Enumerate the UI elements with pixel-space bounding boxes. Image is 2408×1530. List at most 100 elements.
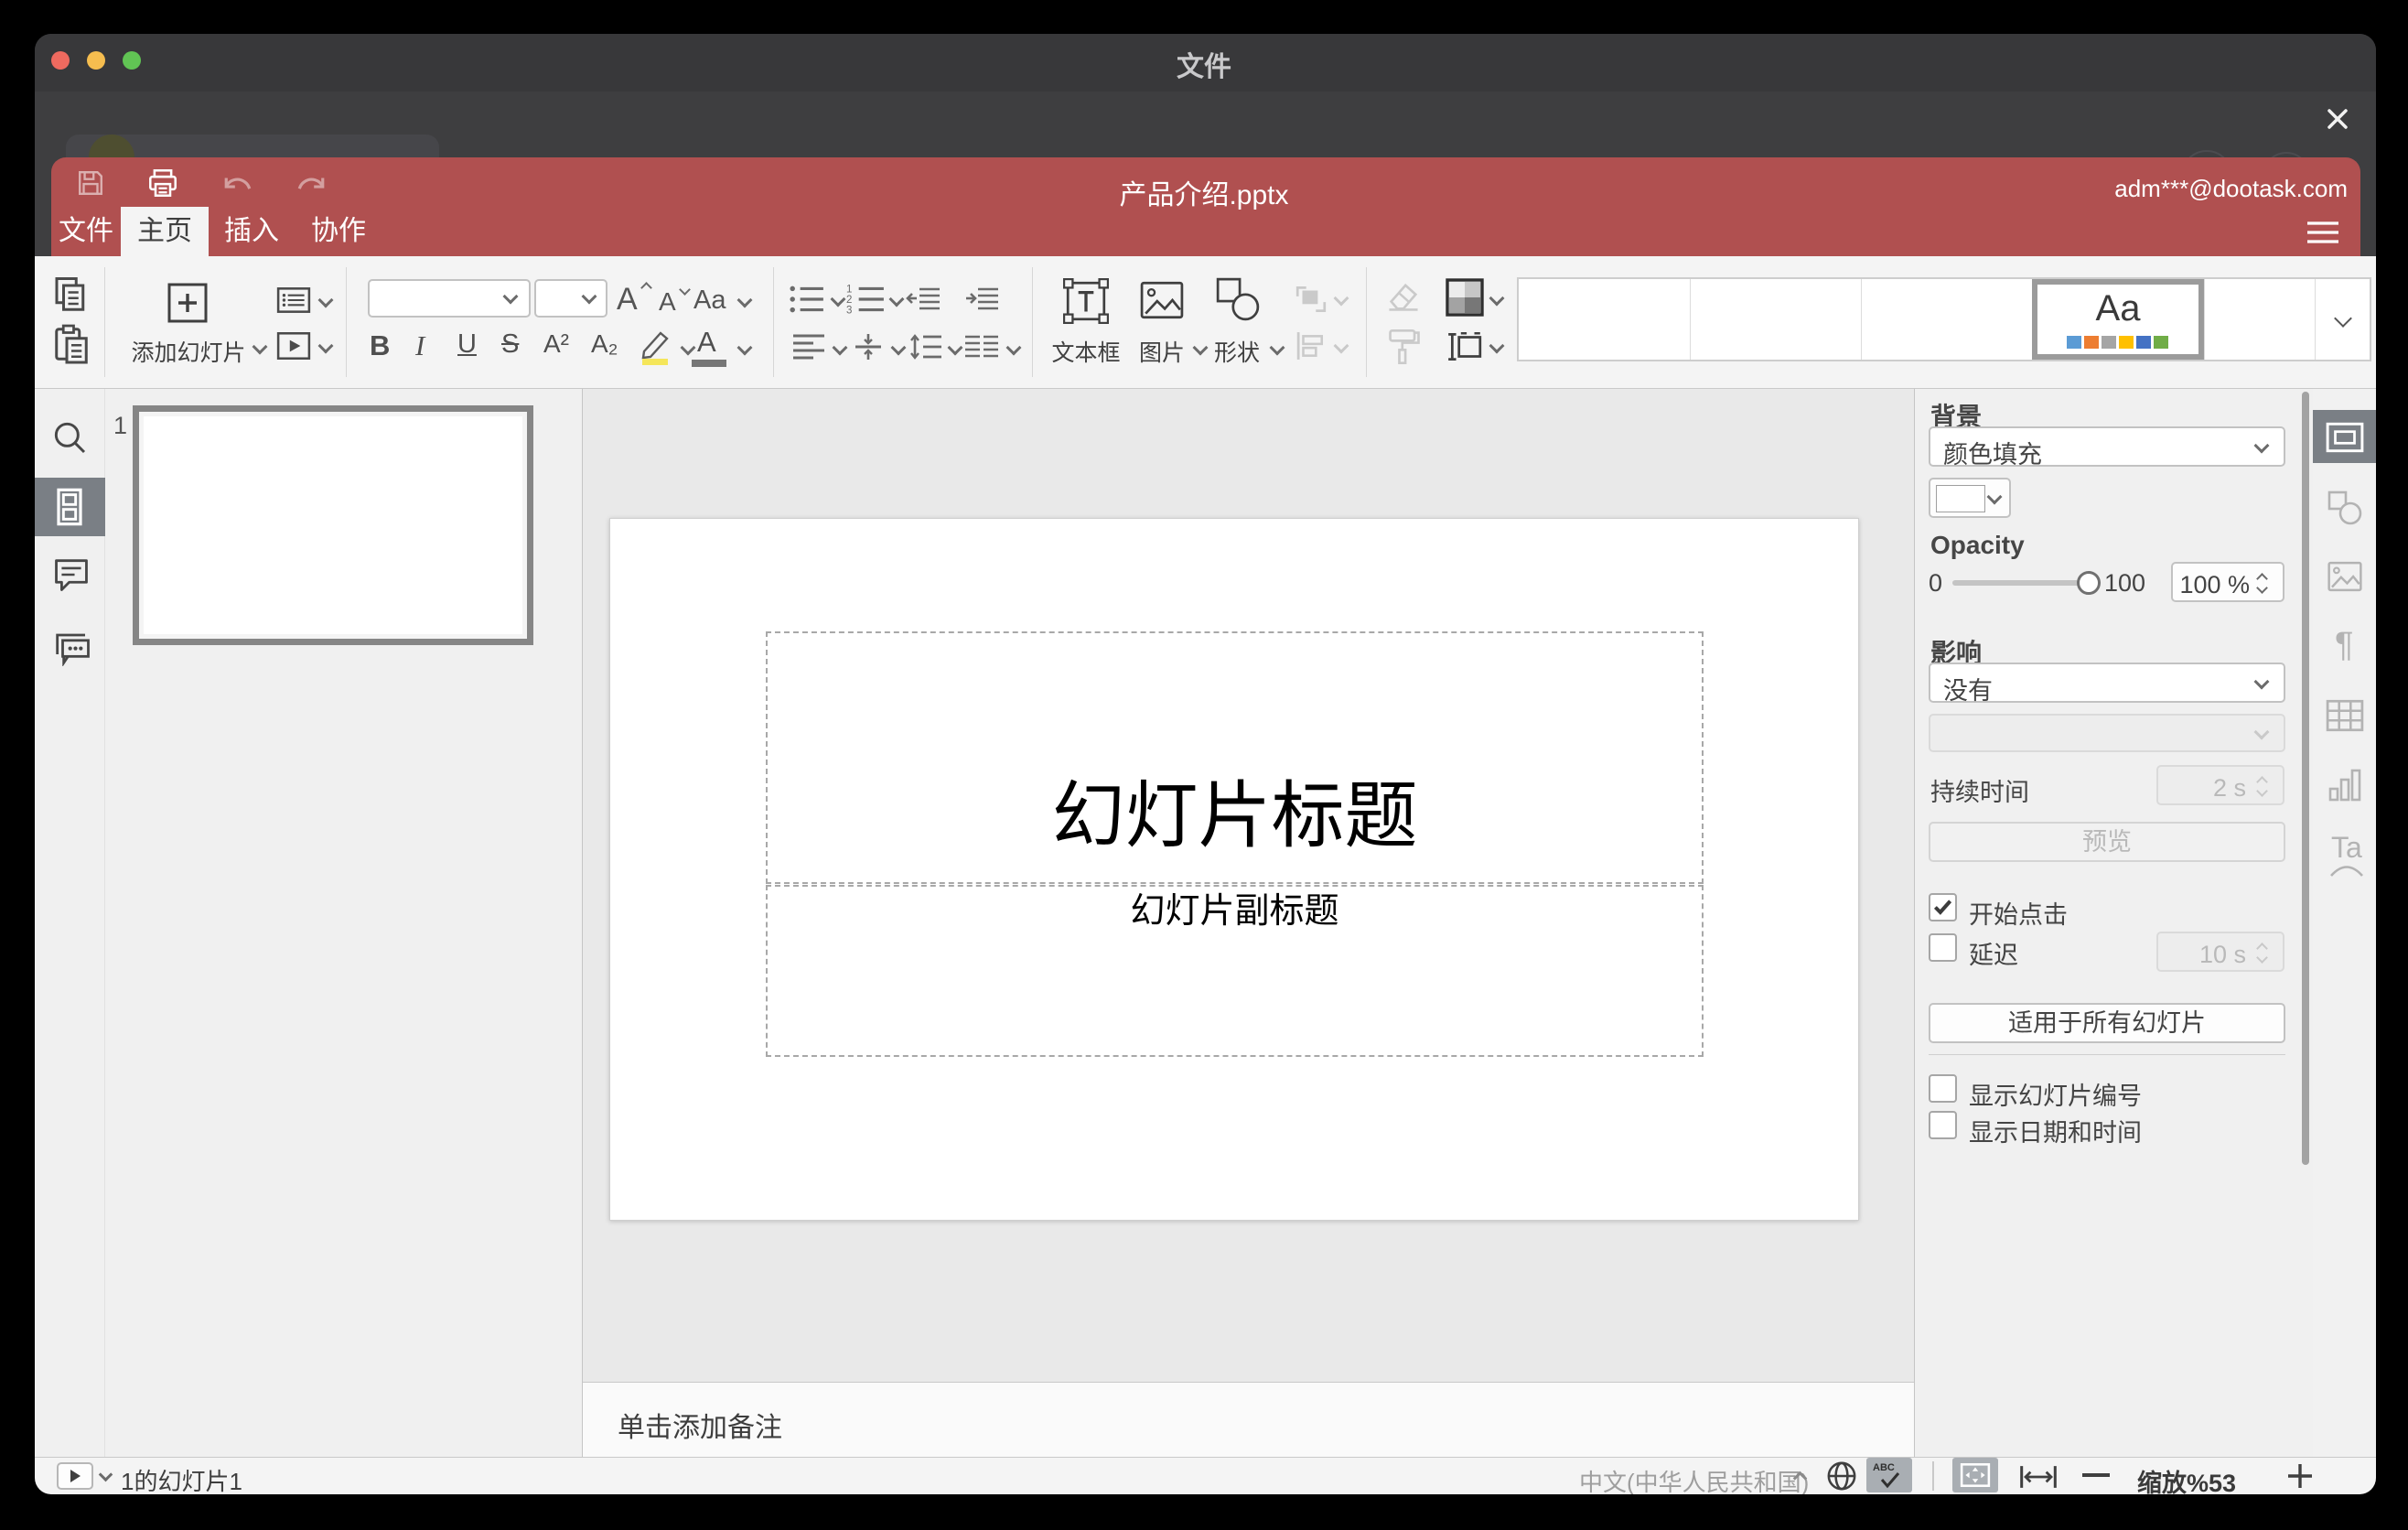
start-slideshow-button[interactable]: [276, 331, 311, 361]
apply-to-all-label: 适用于所有幻灯片: [2008, 1009, 2206, 1037]
document-title: 产品介绍.pptx: [1119, 180, 1289, 210]
fit-width-button[interactable]: [2018, 1464, 2059, 1490]
start-on-click-checkbox[interactable]: [1929, 893, 1957, 921]
paragraph-settings-icon[interactable]: ¶: [2335, 626, 2353, 665]
increase-font-button[interactable]: A: [617, 282, 638, 318]
textbox-label: 文本框: [1051, 340, 1121, 366]
table-settings-icon[interactable]: [2326, 699, 2364, 732]
zoom-out-button[interactable]: [2082, 1473, 2110, 1477]
save-button[interactable]: [77, 169, 104, 197]
copy-button[interactable]: [53, 276, 88, 313]
traffic-close-button[interactable]: [51, 51, 70, 70]
theme-item-blank-2[interactable]: [1691, 279, 1861, 360]
copy-style-button[interactable]: [1387, 328, 1422, 366]
show-date-time-checkbox[interactable]: [1929, 1111, 1957, 1139]
align-objects-button[interactable]: [1294, 331, 1328, 361]
show-slide-number-checkbox[interactable]: [1929, 1074, 1957, 1103]
theme-item-selected[interactable]: Aa: [2032, 279, 2204, 360]
close-icon[interactable]: [2324, 105, 2351, 133]
font-size-select[interactable]: [534, 279, 607, 318]
increase-indent-button[interactable]: [962, 286, 1001, 313]
spellcheck-button[interactable]: ABC: [1866, 1458, 1912, 1492]
delay-value: 10 s: [2198, 941, 2246, 968]
traffic-minimize-button[interactable]: [87, 51, 105, 70]
strikeout-button[interactable]: S: [501, 329, 519, 360]
shape-settings-icon[interactable]: [2327, 490, 2362, 525]
background-fill-select[interactable]: 颜色填充: [1929, 426, 2285, 469]
svg-text:2: 2: [846, 295, 852, 306]
traffic-zoom-button[interactable]: [123, 51, 141, 70]
tab-insert[interactable]: 插入: [209, 207, 295, 256]
tab-home[interactable]: 主页: [121, 207, 209, 256]
columns-button[interactable]: [962, 333, 1001, 361]
line-spacing-button[interactable]: [908, 333, 944, 361]
opacity-max-label: 100: [2104, 569, 2146, 597]
opacity-slider-knob[interactable]: [2077, 571, 2101, 595]
add-slide-label[interactable]: 添加幻灯片: [123, 335, 254, 368]
arrange-button[interactable]: [1294, 284, 1328, 315]
comments-icon[interactable]: [53, 556, 90, 593]
language-label[interactable]: 中文(中华人民共和国): [1579, 1464, 1809, 1494]
slide-title-placeholder[interactable]: 幻灯片标题: [766, 631, 1704, 884]
insert-image-label[interactable]: 图片: [1125, 335, 1199, 368]
subscript-button[interactable]: A₂: [591, 329, 618, 359]
bold-button[interactable]: B: [370, 329, 390, 362]
slide-thumbnail[interactable]: [133, 405, 533, 645]
change-case-button[interactable]: Aa: [693, 286, 726, 316]
font-color-bar: [692, 360, 726, 367]
horizontal-align-button[interactable]: [790, 333, 827, 361]
zoom-in-button[interactable]: [2285, 1461, 2315, 1491]
panel-scrollbar[interactable]: [2302, 392, 2309, 1165]
redo-button[interactable]: [296, 174, 327, 198]
tab-collaboration[interactable]: 协作: [295, 207, 382, 256]
slide-subtitle-placeholder[interactable]: 幻灯片副标题: [766, 885, 1704, 1057]
vertical-align-button[interactable]: [851, 333, 886, 361]
document-language-icon[interactable]: [1826, 1460, 1857, 1492]
chat-icon[interactable]: [53, 630, 91, 666]
fit-slide-button[interactable]: [1952, 1458, 1998, 1492]
bullet-list-button[interactable]: [789, 284, 825, 315]
font-color-button[interactable]: A: [697, 326, 716, 359]
decrease-indent-button[interactable]: [904, 286, 942, 313]
hamburger-menu-icon[interactable]: [2306, 220, 2340, 245]
slide-layout-button[interactable]: [276, 286, 311, 314]
slide-size-button[interactable]: [1446, 329, 1484, 364]
apply-to-all-button[interactable]: 适用于所有幻灯片: [1929, 1003, 2285, 1043]
zoom-label: 缩放%53: [2137, 1470, 2237, 1494]
effect-select[interactable]: 没有: [1929, 663, 2285, 705]
tab-file[interactable]: 文件: [51, 207, 121, 256]
show-slide-number-label: 显示幻灯片编号: [1969, 1083, 2142, 1110]
highlight-color-button[interactable]: [635, 326, 673, 366]
theme-item-blank-1[interactable]: [1519, 279, 1690, 360]
background-fill-value: 颜色填充: [1943, 441, 2042, 469]
paste-button[interactable]: [53, 324, 90, 364]
image-settings-icon[interactable]: [2327, 560, 2362, 593]
decrease-font-button[interactable]: A: [659, 287, 676, 317]
theme-preview-text: Aa: [2095, 288, 2141, 329]
notes-area[interactable]: 单击添加备注: [583, 1382, 1914, 1457]
chart-settings-icon[interactable]: [2327, 769, 2362, 802]
numbered-list-button[interactable]: 123: [845, 284, 886, 315]
underline-button[interactable]: U: [457, 329, 477, 360]
start-slideshow-status-button[interactable]: [57, 1462, 93, 1490]
theme-color-swatch: [2084, 336, 2099, 349]
search-icon[interactable]: [51, 419, 88, 456]
italic-button[interactable]: I: [415, 329, 425, 362]
opacity-spinner[interactable]: 100 %: [2171, 562, 2284, 602]
superscript-button[interactable]: A²: [543, 329, 569, 359]
undo-button[interactable]: [222, 174, 253, 198]
textbox-button[interactable]: [1063, 278, 1109, 324]
insert-shape-button[interactable]: [1215, 276, 1261, 322]
toolbar-divider: [1032, 267, 1033, 377]
add-slide-button[interactable]: [167, 283, 208, 323]
insert-shape-label[interactable]: 形状: [1200, 335, 1274, 368]
color-scheme-button[interactable]: [1446, 278, 1484, 317]
theme-color-swatch: [2119, 336, 2134, 349]
opacity-slider-track[interactable]: [1952, 580, 2088, 586]
insert-image-button[interactable]: [1140, 280, 1184, 320]
print-button[interactable]: [148, 168, 177, 198]
textart-settings-icon[interactable]: Ta: [2331, 831, 2362, 865]
delay-checkbox[interactable]: [1929, 933, 1957, 962]
theme-item-blank-3[interactable]: [1862, 279, 2032, 360]
clear-style-button[interactable]: [1385, 280, 1422, 313]
